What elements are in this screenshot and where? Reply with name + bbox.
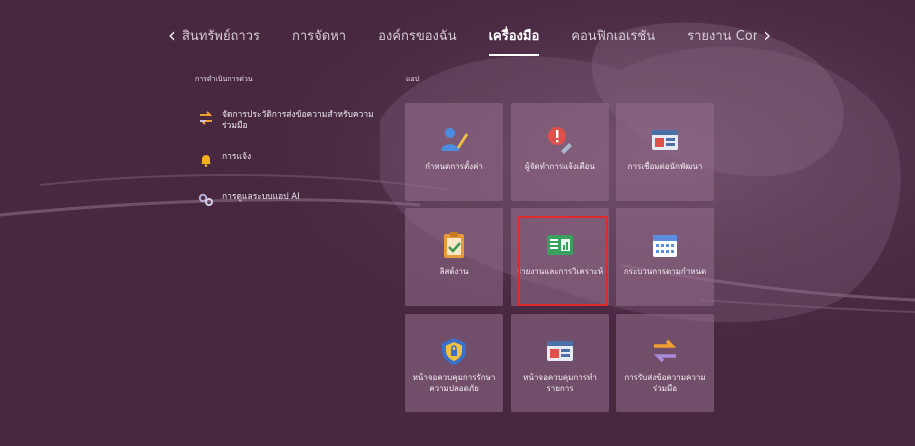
app-tile-task-list[interactable]: ลิสต์งาน	[405, 208, 503, 306]
tab-configuration[interactable]: คอนฟิกเอเรชัน	[571, 21, 655, 50]
gears-icon	[196, 192, 216, 208]
tab-core-reports[interactable]: รายงาน Core Utilities	[687, 21, 757, 50]
app-tile-reports-analytics[interactable]: รายงานและการวิเคราะห์	[511, 208, 609, 306]
app-tile-label: ลิสต์งาน	[439, 267, 469, 276]
tabs-next-arrow-icon[interactable]: ›	[763, 23, 771, 47]
swap-arrows-icon	[196, 110, 216, 126]
category-tab-bar: ‹ สินทรัพย์ถาวร การจัดหา องค์กรของฉัน เค…	[168, 20, 771, 56]
app-tile-label: รายงานและการวิเคราะห์	[516, 267, 604, 276]
quick-action-ai-admin[interactable]: การดูแลระบบแอป AI	[196, 192, 382, 208]
calendar-icon	[653, 235, 677, 257]
developer-board-icon	[652, 130, 678, 150]
quick-action-notifications[interactable]: การแจ้ง	[196, 152, 382, 168]
app-tile-security-console[interactable]: หน้าจอควบคุมการรักษาความปลอดภัย	[405, 314, 503, 412]
app-tile-label: กระบวนการตามกำหนด	[623, 267, 707, 276]
quick-action-label: การแจ้ง	[222, 152, 252, 162]
report-analytics-icon	[547, 235, 573, 255]
app-tile-label: ผู้จัดทำการแจ้งเตือน	[525, 162, 595, 171]
app-tile-label: หน้าจอควบคุมการรักษาความปลอดภัย	[412, 373, 496, 393]
tab-procurement[interactable]: การจัดหา	[292, 21, 346, 50]
app-tile-label: การเชื่อมต่อนักพัฒนา	[627, 162, 703, 171]
tab-fixed-assets[interactable]: สินทรัพย์ถาวร	[182, 21, 260, 50]
app-tile-developer-connection[interactable]: การเชื่อมต่อนักพัฒนา	[616, 103, 714, 201]
quick-action-label: จัดการประวัติการส่งข้อความสำหรับความร่วม…	[222, 110, 374, 131]
quick-action-label: การดูแลระบบแอป AI	[222, 192, 300, 202]
quick-actions-heading: การดำเนินการด่วน	[195, 75, 253, 83]
quick-action-collab-history[interactable]: จัดการประวัติการส่งข้อความสำหรับความร่วม…	[196, 110, 382, 132]
app-tile-label: การรับส่งข้อความความร่วมมือ	[624, 373, 706, 393]
security-shield-icon	[442, 338, 466, 365]
app-tile-collaboration-messaging[interactable]: การรับส่งข้อความความร่วมมือ	[616, 314, 714, 412]
transaction-board-icon	[547, 341, 573, 361]
bell-icon	[196, 152, 216, 168]
tab-tools[interactable]: เครื่องมือ	[488, 21, 539, 56]
app-tile-transaction-console[interactable]: หน้าจอควบคุมการทำรายการ	[511, 314, 609, 412]
app-tile-label: กำหนดการตั้งค่า	[425, 162, 483, 171]
app-tile-alert-creator[interactable]: ผู้จัดทำการแจ้งเตือน	[511, 103, 609, 201]
apps-heading: แอป	[406, 75, 420, 83]
collaboration-arrows-icon	[653, 339, 677, 363]
tab-list: สินทรัพย์ถาวร การจัดหา องค์กรของฉัน เครื…	[182, 21, 757, 56]
tabs-prev-arrow-icon[interactable]: ‹	[168, 23, 176, 47]
clipboard-check-icon	[444, 232, 464, 258]
app-tile-settings[interactable]: กำหนดการตั้งค่า	[405, 103, 503, 201]
tab-my-organization[interactable]: องค์กรของฉัน	[378, 21, 457, 50]
app-tile-scheduled-processes[interactable]: กระบวนการตามกำหนด	[616, 208, 714, 306]
app-tile-label: หน้าจอควบคุมการทำรายการ	[523, 373, 597, 393]
user-edit-icon	[441, 128, 468, 151]
alert-wrench-icon	[548, 127, 572, 154]
